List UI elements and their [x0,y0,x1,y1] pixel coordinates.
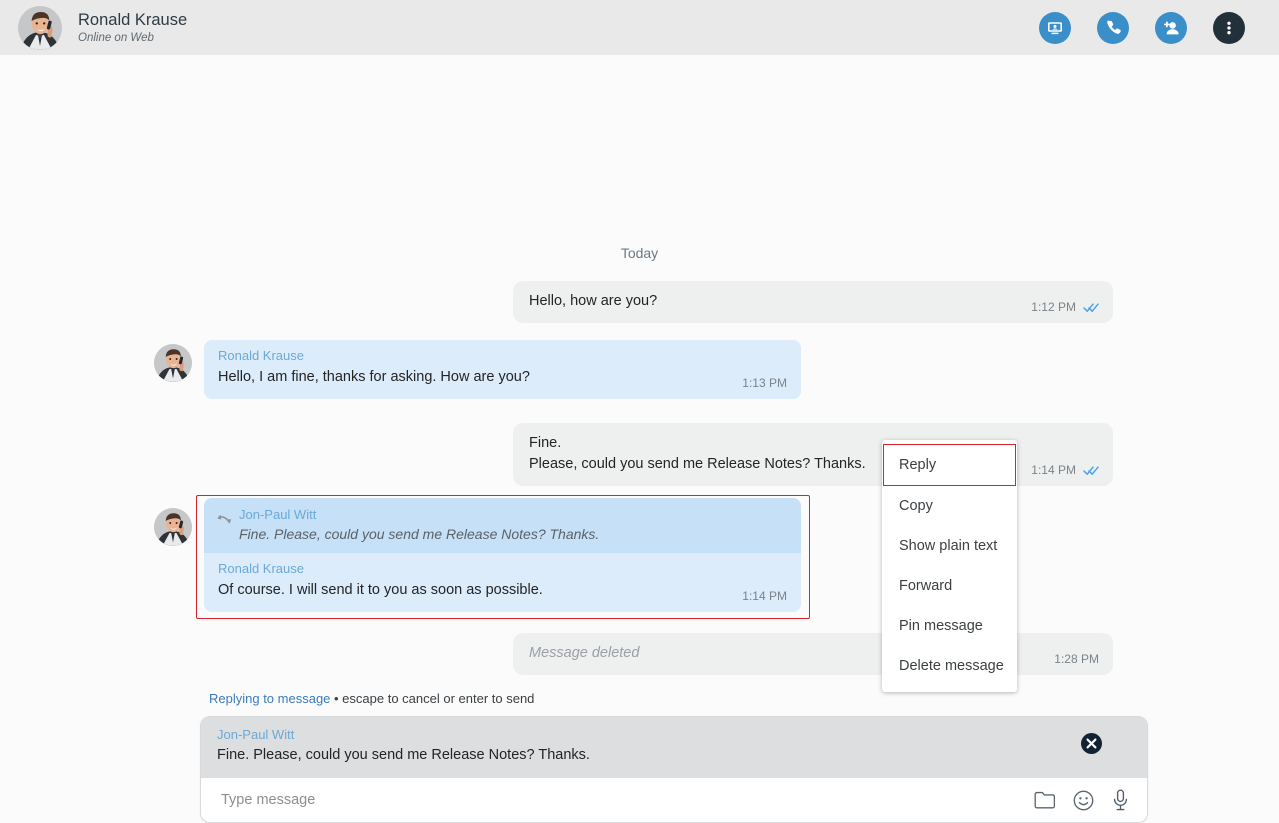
context-menu-item-reply[interactable]: Reply [883,444,1016,486]
reply-hint: Replying to message • escape to cancel o… [200,690,1148,708]
chat-header: Ronald Krause Online on Web [0,0,1279,55]
reply-hint-rest: • escape to cancel or enter to send [330,691,535,706]
cancel-reply-button[interactable] [1081,733,1102,754]
message-input[interactable] [219,791,1034,809]
contact-name: Ronald Krause [78,10,188,29]
message-row: Hello, how are you? 1:12 PM [0,281,1113,323]
screen-share-icon [1048,21,1062,34]
avatar-photo [154,508,192,546]
chat-application: Ronald Krause Online on Web Today Hello,… [0,0,1279,823]
message-sender: Ronald Krause [218,348,304,363]
message-avatar [154,508,192,546]
context-menu-item-delete-message[interactable]: Delete message [882,646,1017,686]
more-options-button[interactable] [1213,11,1245,44]
message-text: Hello, I am fine, thanks for asking. How… [218,369,530,385]
message-composer: Replying to message • escape to cancel o… [200,690,1148,823]
attach-folder-icon[interactable] [1034,791,1055,810]
phone-icon [1106,20,1121,34]
day-divider: Today [620,245,659,261]
message-row: Ronald Krause Hello, I am fine, thanks f… [154,340,801,399]
call-button[interactable] [1097,11,1129,44]
composer-reply-preview: Jon-Paul Witt Fine. Please, could you se… [201,717,1147,778]
context-menu-item-show-plain-text[interactable]: Show plain text [882,526,1017,566]
quoted-body: Jon-Paul Witt Fine. Please, could you se… [239,507,787,544]
message-meta: 1:14 PM [1031,463,1099,477]
message-bubble-incoming-reply[interactable]: Jon-Paul Witt Fine. Please, could you se… [204,498,801,612]
message-meta: 1:14 PM [742,589,787,603]
composer-icon-group [1034,789,1129,811]
contact-status: Online on Web [78,31,154,44]
message-meta: 1:13 PM [742,376,787,390]
message-avatar [154,344,192,382]
reply-hint-link[interactable]: Replying to message [209,691,330,706]
message-list: Today Hello, how are you? 1:12 PM Ronald… [0,55,1279,690]
message-time: 1:14 PM [1031,463,1076,477]
context-menu-item-copy[interactable]: Copy [882,486,1017,526]
message-bubble-incoming[interactable]: Ronald Krause Hello, I am fine, thanks f… [204,340,801,399]
header-action-buttons [1039,11,1245,44]
message-meta: 1:28 PM [1054,652,1099,666]
close-icon [1081,733,1102,754]
composer-quote-text: Fine. Please, could you send me Release … [217,747,590,763]
quoted-message[interactable]: Jon-Paul Witt Fine. Please, could you se… [204,498,801,553]
contact-avatar[interactable] [18,5,62,50]
more-options-icon [1227,21,1231,34]
composer-box: Jon-Paul Witt Fine. Please, could you se… [200,716,1148,823]
reply-arrow-icon [216,514,234,534]
microphone-icon[interactable] [1112,789,1129,811]
read-receipt-double-check-icon [1083,465,1099,475]
message-sender: Ronald Krause [218,561,304,576]
message-meta: 1:12 PM [1031,300,1099,314]
reply-body: Ronald Krause Of course. I will send it … [204,553,801,612]
message-time: 1:13 PM [742,376,787,390]
message-text: Of course. I will send it to you as soon… [218,582,543,598]
context-menu-item-pin-message[interactable]: Pin message [882,606,1017,646]
message-context-menu: Reply Copy Show plain text Forward Pin m… [882,440,1017,692]
message-time: 1:28 PM [1054,652,1099,666]
context-menu-item-forward[interactable]: Forward [882,566,1017,606]
quoted-sender: Jon-Paul Witt [239,507,317,522]
avatar-photo [18,5,62,50]
screen-share-button[interactable] [1039,11,1071,44]
composer-input-row [201,778,1147,822]
read-receipt-double-check-icon [1083,302,1099,312]
emoji-icon[interactable] [1073,790,1094,811]
message-bubble-outgoing[interactable]: Fine. Please, could you send me Release … [513,423,1113,486]
add-participant-button[interactable] [1155,11,1187,44]
message-text: Hello, how are you? [529,293,658,309]
message-bubble-deleted[interactable]: Message deleted 1:28 PM [513,633,1113,675]
composer-quote-sender: Jon-Paul Witt [217,727,295,742]
avatar-photo [154,344,192,382]
add-person-icon [1164,21,1179,34]
message-time: 1:14 PM [742,589,787,603]
contact-identity: Ronald Krause Online on Web [78,10,1039,46]
message-row: Jon-Paul Witt Fine. Please, could you se… [154,498,801,612]
message-time: 1:12 PM [1031,300,1076,314]
quoted-text: Fine. Please, could you send me Release … [239,526,600,542]
message-bubble-outgoing[interactable]: Hello, how are you? 1:12 PM [513,281,1113,323]
